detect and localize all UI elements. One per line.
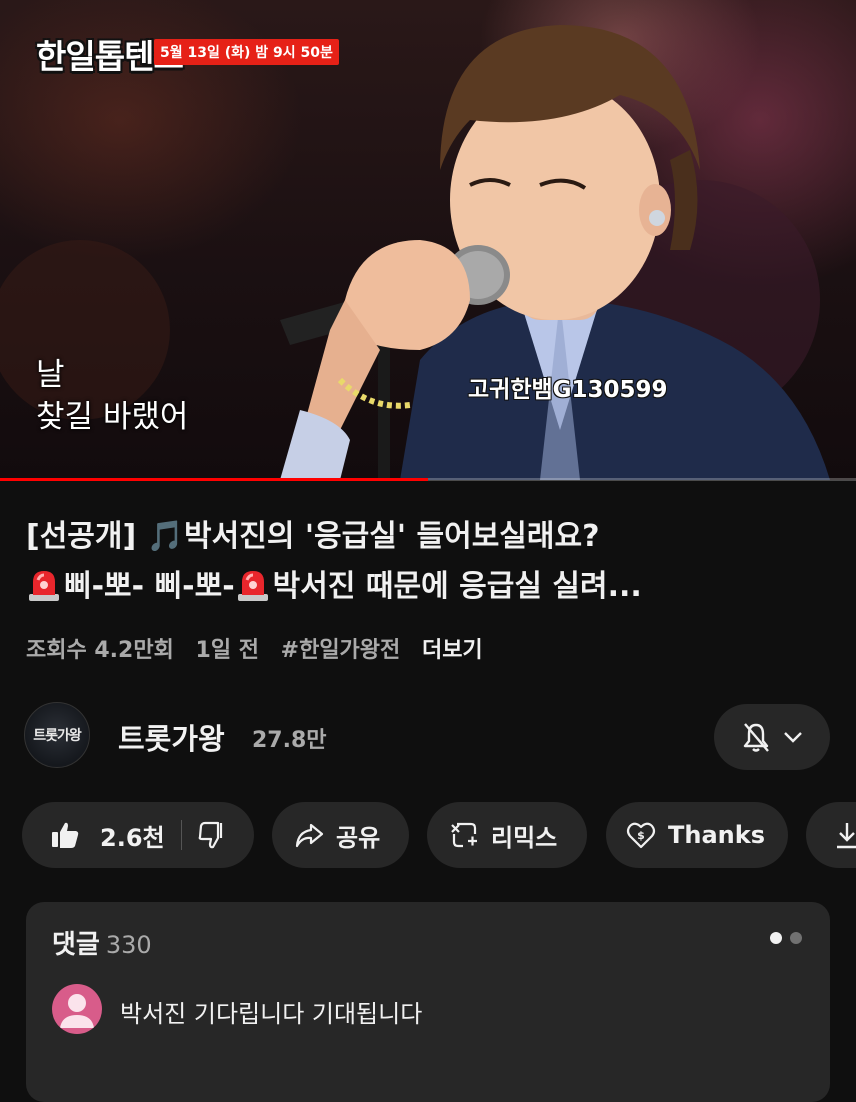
svg-text:$: $ xyxy=(637,829,645,842)
like-dislike-chip[interactable]: 2.6천 xyxy=(22,802,254,868)
progress-bar[interactable] xyxy=(0,478,856,481)
comments-count: 330 xyxy=(105,931,152,959)
hashtag-link[interactable]: #한일가왕전 xyxy=(281,638,401,663)
siren-icon xyxy=(235,568,271,602)
video-subtitle: 날 찾길 바랬어 xyxy=(36,354,188,438)
video-player[interactable]: 한일톱텐쇼 5월 13일 (화) 밤 9시 50분 날 찾길 바랬어 고귀한뱀G… xyxy=(0,0,856,480)
channel-avatar-text: 트롯가왕 xyxy=(33,728,82,744)
share-label: 공유 xyxy=(336,823,381,852)
music-note-icon: 🎵 xyxy=(146,519,185,554)
siren-icon xyxy=(26,568,62,602)
view-count: 조회수 4.2만회 xyxy=(26,638,174,663)
remix-button[interactable]: 리믹스 xyxy=(427,802,587,868)
more-link[interactable]: 더보기 xyxy=(422,638,483,663)
airtime-badge: 5월 13일 (화) 밤 9시 50분 xyxy=(154,39,339,65)
pager-dot xyxy=(790,932,802,944)
upload-age: 1일 전 xyxy=(195,638,259,663)
share-icon xyxy=(294,821,324,849)
video-watermark: 고귀한뱀G130599 xyxy=(468,377,668,403)
title-rest: 박서진의 '응급실' 들어보실래요? xyxy=(184,519,600,554)
comments-title: 댓글 xyxy=(52,930,100,960)
progress-fill xyxy=(0,478,428,481)
thanks-button[interactable]: $ Thanks xyxy=(606,802,788,868)
comments-panel[interactable]: 댓글 330 박서진 기다립니다 기대됩니다 xyxy=(26,902,830,1102)
like-divider xyxy=(180,820,182,850)
chevron-down-icon xyxy=(784,732,802,743)
video-title-line-1: [선공개] 🎵박서진의 '응급실' 들어보실래요? xyxy=(26,512,826,562)
person-icon xyxy=(60,994,94,1028)
channel-avatar[interactable]: 트롯가왕 xyxy=(24,702,90,768)
video-meta[interactable]: 조회수 4.2만회 1일 전 #한일가왕전 더보기 xyxy=(26,634,497,668)
title-sound: 삐-뽀- 삐-뽀- xyxy=(64,569,235,604)
remix-icon xyxy=(449,820,479,850)
download-icon xyxy=(832,820,856,850)
download-button[interactable] xyxy=(806,802,856,868)
bell-off-icon xyxy=(743,723,769,752)
share-button[interactable]: 공유 xyxy=(272,802,409,868)
comments-pager[interactable] xyxy=(770,932,802,944)
pager-dot-active xyxy=(770,932,782,944)
commenter-avatar[interactable] xyxy=(52,984,102,1034)
notification-bell-button[interactable] xyxy=(714,704,830,770)
comments-header: 댓글 330 xyxy=(52,924,152,961)
subtitle-line-2: 찾길 바랬어 xyxy=(36,399,189,435)
thanks-label: Thanks xyxy=(668,821,765,849)
video-title-line-2: 삐-뽀- 삐-뽀- 박서진 때문에 응급실 실려... xyxy=(26,562,826,612)
like-count: 2.6천 xyxy=(100,823,165,852)
subtitle-line-1: 날 xyxy=(36,357,65,393)
like-icon[interactable] xyxy=(50,820,80,850)
dislike-icon[interactable] xyxy=(196,820,226,850)
channel-name[interactable]: 트롯가왕 xyxy=(118,716,225,758)
first-comment-text: 박서진 기다립니다 기대됩니다 xyxy=(120,1000,423,1028)
subscriber-count: 27.8만 xyxy=(252,728,327,753)
remix-label: 리믹스 xyxy=(491,823,558,852)
title-tail: 박서진 때문에 응급실 실려... xyxy=(272,569,642,604)
title-prefix: [선공개] xyxy=(26,519,147,554)
thanks-heart-icon: $ xyxy=(626,820,656,850)
video-title[interactable]: [선공개] 🎵박서진의 '응급실' 들어보실래요? 삐-뽀- 삐-뽀- 박서진 … xyxy=(26,512,826,612)
